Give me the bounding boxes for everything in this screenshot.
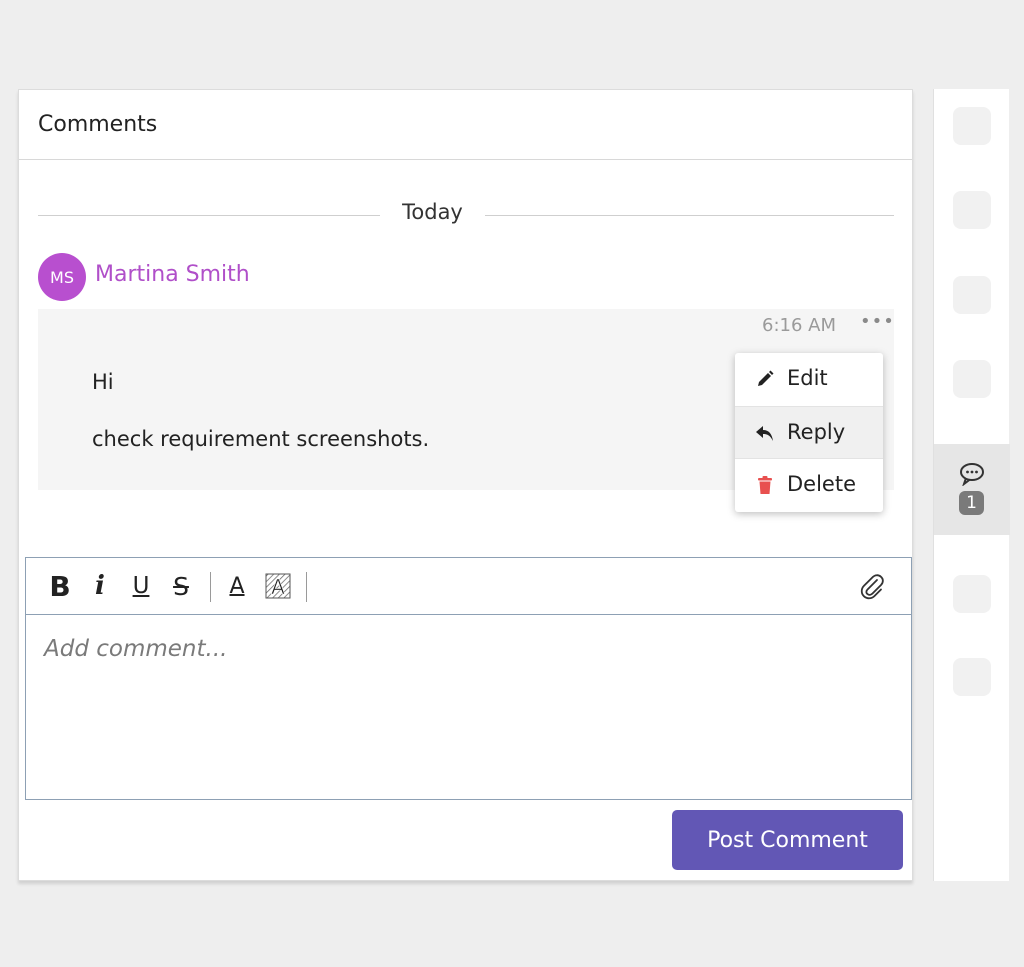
editor-toolbar: B i U S A A — [26, 558, 911, 615]
side-rail-item[interactable] — [953, 191, 991, 229]
day-divider: Today — [38, 200, 894, 230]
comment-count-badge: 1 — [959, 491, 984, 515]
highlight-label: A — [271, 575, 285, 599]
font-color-button[interactable]: A — [225, 570, 249, 602]
comment-editor: B i U S A A Add comment... — [25, 557, 912, 800]
day-divider-label: Today — [402, 200, 463, 224]
divider-line-left — [38, 215, 380, 216]
underline-button[interactable]: U — [128, 570, 154, 602]
side-rail-item[interactable] — [953, 658, 991, 696]
menu-item-delete[interactable]: Delete — [735, 459, 883, 512]
highlight-icon: A — [265, 573, 291, 599]
strikethrough-button[interactable]: S — [168, 570, 194, 602]
more-options-icon[interactable]: ••• — [860, 311, 895, 332]
toolbar-separator — [306, 572, 307, 602]
trash-icon — [758, 476, 772, 494]
side-rail-item[interactable] — [953, 276, 991, 314]
menu-item-reply[interactable]: Reply — [735, 406, 883, 459]
comment-bubble-icon — [960, 463, 984, 486]
comments-panel: Comments Today MS Martina Smith 6:16 AM … — [18, 89, 913, 881]
reply-icon — [756, 426, 773, 441]
toolbar-separator — [210, 572, 211, 602]
side-rail-comments[interactable]: 1 — [934, 444, 1010, 535]
pencil-icon — [758, 370, 774, 386]
menu-item-label: Edit — [787, 366, 828, 390]
italic-button[interactable]: i — [88, 570, 112, 602]
menu-item-edit[interactable]: Edit — [735, 353, 883, 406]
side-rail-item[interactable] — [953, 107, 991, 145]
comment-timestamp: 6:16 AM — [762, 315, 836, 336]
panel-header: Comments — [19, 90, 912, 160]
side-rail-item[interactable] — [953, 360, 991, 398]
post-comment-button[interactable]: Post Comment — [672, 810, 903, 870]
side-rail: 1 — [933, 89, 1010, 881]
highlight-color-button[interactable]: A — [264, 570, 292, 602]
avatar: MS — [38, 253, 86, 301]
comment-input[interactable]: Add comment... — [44, 636, 227, 662]
menu-item-label: Reply — [787, 420, 846, 444]
panel-title: Comments — [38, 112, 158, 137]
comment-context-menu: Edit Reply Delete — [735, 353, 883, 512]
paperclip-icon — [860, 574, 884, 600]
side-rail-item[interactable] — [953, 575, 991, 613]
attach-button[interactable] — [856, 570, 888, 602]
bold-button[interactable]: B — [47, 570, 73, 603]
comment-text-line: check requirement screenshots. — [92, 427, 430, 451]
divider-line-right — [485, 215, 894, 216]
author-name[interactable]: Martina Smith — [95, 262, 250, 287]
comment-text-line: Hi — [92, 370, 114, 394]
menu-item-label: Delete — [787, 472, 856, 496]
